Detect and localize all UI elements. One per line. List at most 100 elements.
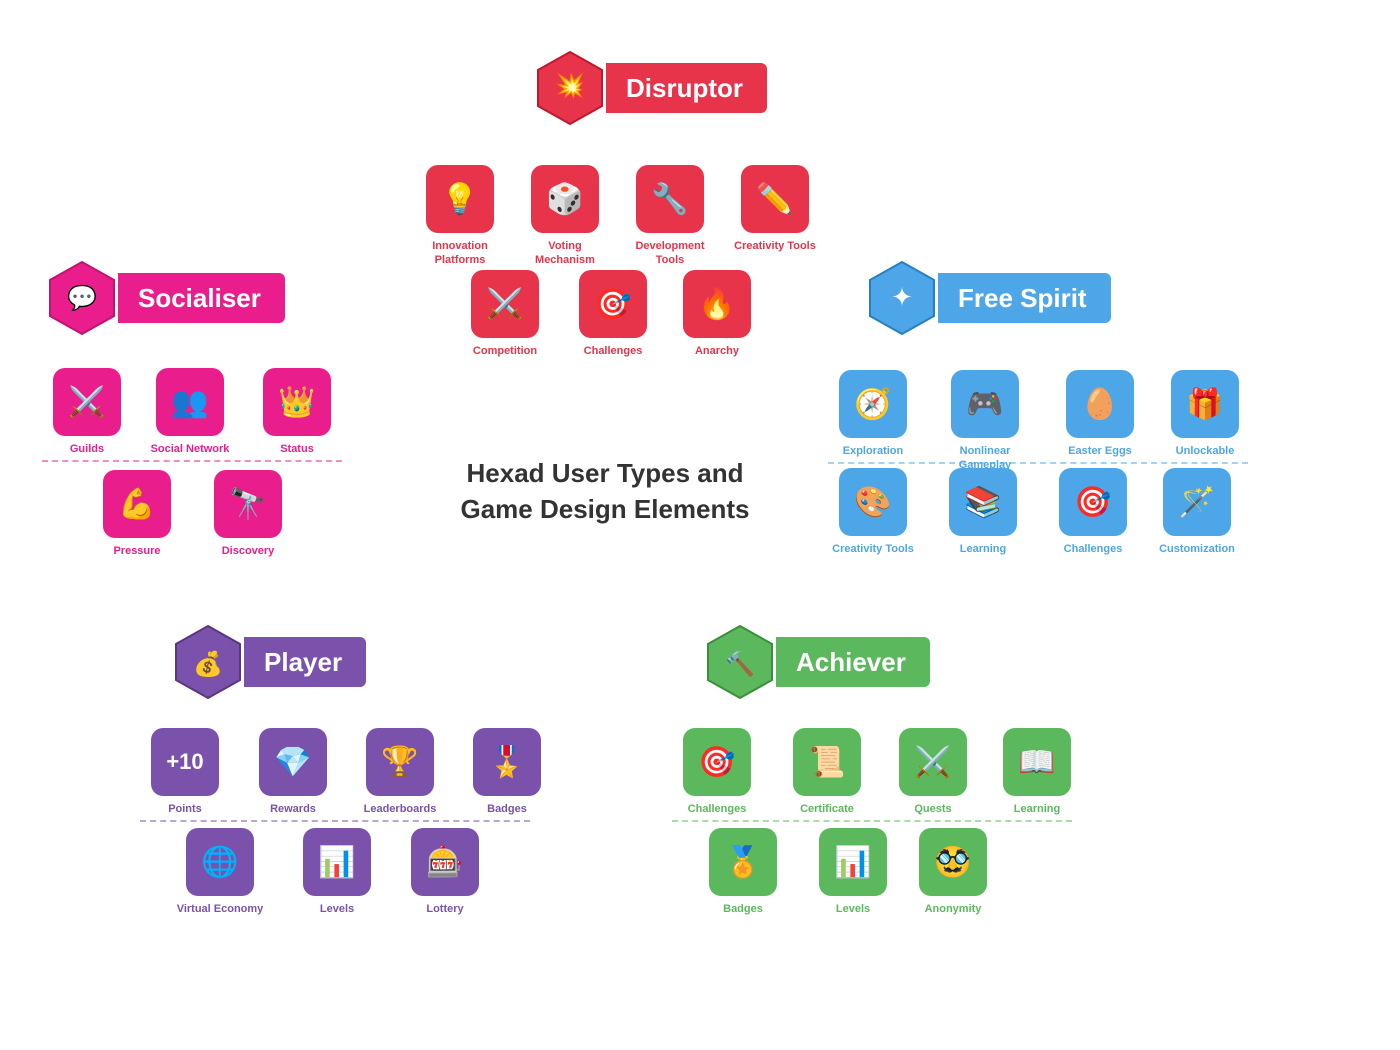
guilds-label: Guilds [70, 442, 104, 456]
icon-challenges-achiever: 🎯 Challenges [672, 728, 762, 816]
exploration-label: Exploration [843, 444, 904, 458]
levels-achiever-tile: 📊 [819, 828, 887, 896]
icon-customization: 🪄 Customization [1152, 468, 1242, 556]
badges-achiever-tile: 🏅 [709, 828, 777, 896]
icon-pressure: 💪 Pressure [92, 470, 182, 558]
unlockable-label: Unlockable [1176, 444, 1235, 458]
learning-achiever-label: Learning [1014, 802, 1060, 816]
socialiser-badge: 💬 Socialiser [42, 258, 285, 338]
leaderboards-tile: 🏆 [366, 728, 434, 796]
virtual-economy-label: Virtual Economy [177, 902, 264, 916]
icon-creativity-tools-disruptor: ✏️ Creativity Tools [730, 165, 820, 253]
status-label: Status [280, 442, 314, 456]
leaderboards-label: Leaderboards [364, 802, 437, 816]
icon-voting-mechanism: 🎲 Voting Mechanism [520, 165, 610, 268]
quests-tile: ⚔️ [899, 728, 967, 796]
challenges-freespirit-tile: 🎯 [1059, 468, 1127, 536]
virtual-economy-tile: 🌐 [186, 828, 254, 896]
badges-player-tile: 🎖️ [473, 728, 541, 796]
creativity-tools-freespirit-label: Creativity Tools [832, 542, 914, 556]
icon-development-tools: 🔧 Development Tools [625, 165, 715, 268]
icon-challenges-freespirit: 🎯 Challenges [1048, 468, 1138, 556]
player-hex: 💰 [168, 622, 248, 702]
icon-lottery: 🎰 Lottery [400, 828, 490, 916]
svg-text:✦: ✦ [891, 282, 913, 312]
innovation-platforms-tile: 💡 [426, 165, 494, 233]
challenges-achiever-label: Challenges [688, 802, 747, 816]
voting-mechanism-label: Voting Mechanism [520, 239, 610, 268]
competition-tile: ⚔️ [471, 270, 539, 338]
icon-certificate: 📜 Certificate [782, 728, 872, 816]
anonymity-label: Anonymity [925, 902, 982, 916]
icon-creativity-tools-freespirit: 🎨 Creativity Tools [828, 468, 918, 556]
points-label: Points [168, 802, 202, 816]
disruptor-hex: 💥 [530, 48, 610, 128]
achiever-label: Achiever [776, 637, 930, 687]
nonlinear-gameplay-tile: 🎮 [951, 370, 1019, 438]
badges-player-label: Badges [487, 802, 527, 816]
icon-innovation-platforms: 💡 Innovation Platforms [415, 165, 505, 268]
certificate-tile: 📜 [793, 728, 861, 796]
icon-levels-achiever: 📊 Levels [808, 828, 898, 916]
anarchy-tile: 🔥 [683, 270, 751, 338]
customization-label: Customization [1159, 542, 1235, 556]
development-tools-tile: 🔧 [636, 165, 704, 233]
achiever-badge: 🔨 Achiever [700, 622, 930, 702]
lottery-tile: 🎰 [411, 828, 479, 896]
learning-freespirit-tile: 📚 [949, 468, 1017, 536]
disruptor-badge: 💥 Disruptor [530, 48, 767, 128]
icon-competition: ⚔️ Competition [460, 270, 550, 358]
levels-player-label: Levels [320, 902, 354, 916]
socialiser-divider [42, 460, 342, 462]
icon-unlockable: 🎁 Unlockable [1160, 370, 1250, 458]
lottery-label: Lottery [426, 902, 463, 916]
socialiser-hex: 💬 [42, 258, 122, 338]
icon-learning-achiever: 📖 Learning [992, 728, 1082, 816]
player-label: Player [244, 637, 366, 687]
freespirit-label: Free Spirit [938, 273, 1111, 323]
icon-anarchy: 🔥 Anarchy [672, 270, 762, 358]
icon-status: 👑 Status [252, 368, 342, 456]
icon-exploration: 🧭 Exploration [828, 370, 918, 458]
challenges-disruptor-tile: 🎯 [579, 270, 647, 338]
unlockable-tile: 🎁 [1171, 370, 1239, 438]
achiever-divider [672, 820, 1072, 822]
center-title: Hexad User Types and Game Design Element… [450, 455, 760, 528]
icon-anonymity: 🥸 Anonymity [908, 828, 998, 916]
icon-points: +10 Points [140, 728, 230, 816]
icon-badges-achiever: 🏅 Badges [698, 828, 788, 916]
competition-label: Competition [473, 344, 537, 358]
player-divider [140, 820, 530, 822]
points-tile: +10 [151, 728, 219, 796]
freespirit-hex: ✦ [862, 258, 942, 338]
customization-tile: 🪄 [1163, 468, 1231, 536]
challenges-disruptor-label: Challenges [584, 344, 643, 358]
icon-guilds: ⚔️ Guilds [42, 368, 132, 456]
icon-easter-eggs: 🥚 Easter Eggs [1055, 370, 1145, 458]
icon-levels-player: 📊 Levels [292, 828, 382, 916]
svg-text:💥: 💥 [554, 70, 586, 101]
discovery-label: Discovery [222, 544, 275, 558]
icon-challenges-disruptor: 🎯 Challenges [568, 270, 658, 358]
pressure-tile: 💪 [103, 470, 171, 538]
disruptor-label: Disruptor [606, 63, 767, 113]
icon-nonlinear-gameplay: 🎮 Nonlinear Gameplay [940, 370, 1030, 473]
rewards-tile: 💎 [259, 728, 327, 796]
levels-achiever-label: Levels [836, 902, 870, 916]
icon-discovery: 🔭 Discovery [203, 470, 293, 558]
social-network-label: Social Network [151, 442, 230, 456]
achiever-hex: 🔨 [700, 622, 780, 702]
pressure-label: Pressure [113, 544, 160, 558]
voting-mechanism-tile: 🎲 [531, 165, 599, 233]
icon-leaderboards: 🏆 Leaderboards [355, 728, 445, 816]
levels-player-tile: 📊 [303, 828, 371, 896]
challenges-freespirit-label: Challenges [1064, 542, 1123, 556]
learning-freespirit-label: Learning [960, 542, 1006, 556]
player-badge: 💰 Player [168, 622, 366, 702]
status-tile: 👑 [263, 368, 331, 436]
innovation-platforms-label: Innovation Platforms [415, 239, 505, 268]
freespirit-badge: ✦ Free Spirit [862, 258, 1111, 338]
badges-achiever-label: Badges [723, 902, 763, 916]
rewards-label: Rewards [270, 802, 316, 816]
icon-social-network: 👥 Social Network [145, 368, 235, 456]
